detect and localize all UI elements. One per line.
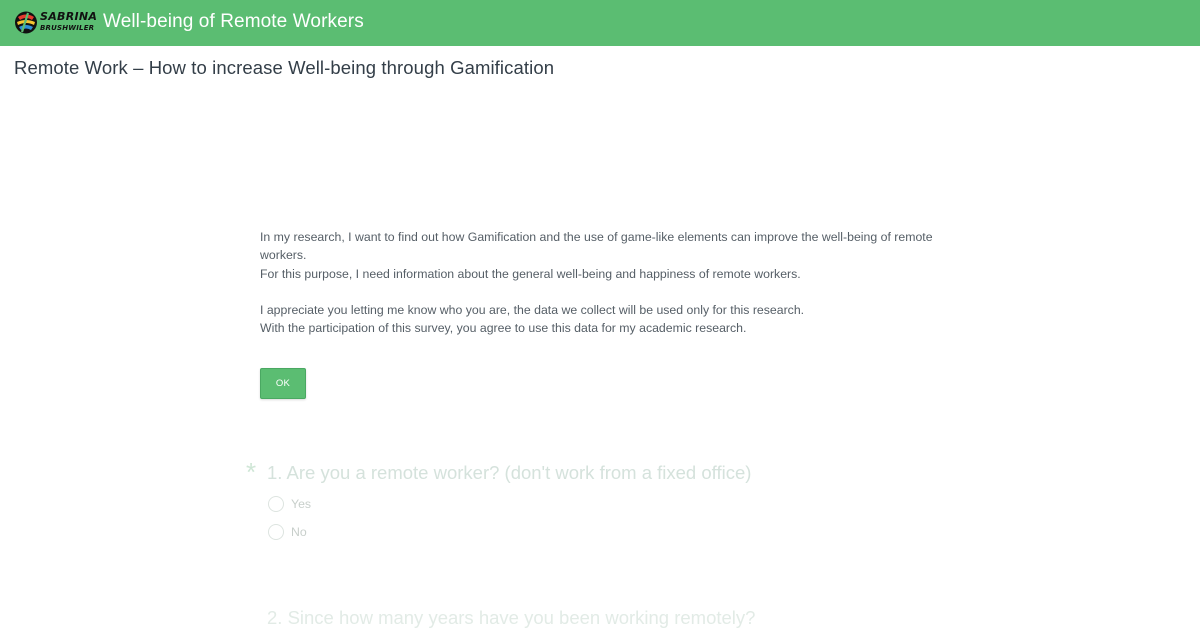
- choice-label-no: No: [291, 525, 307, 539]
- ok-button[interactable]: OK: [260, 368, 306, 399]
- header-title: Well-being of Remote Workers: [103, 11, 364, 32]
- top-header-bar: SABRINA BRUSHWILER Well-being of Remote …: [0, 0, 1200, 46]
- choice-no[interactable]: No: [268, 523, 307, 541]
- logo-line-1: SABRINA: [40, 10, 98, 23]
- intro-paragraph-1-line-1: In my research, I want to find out how G…: [260, 230, 933, 263]
- choice-label-yes: Yes: [291, 497, 312, 511]
- choice-yes[interactable]: Yes: [268, 495, 311, 513]
- logo-wordmark: SABRINA BRUSHWILER: [40, 11, 97, 34]
- survey-title: Remote Work – How to increase Well-being…: [14, 57, 555, 78]
- question-1-text: 1. Are you a remote worker? (don't work …: [267, 462, 752, 483]
- intro-text: In my research, I want to find out how G…: [260, 228, 940, 338]
- required-asterisk: *: [246, 457, 257, 487]
- logo-line-2: BRUSHWILER: [40, 24, 95, 32]
- radio-button-no[interactable]: [268, 524, 284, 540]
- radio-button-yes[interactable]: [268, 496, 284, 512]
- sabrina-brushwiler-logo-icon: SABRINA BRUSHWILER: [14, 10, 97, 35]
- intro-paragraph-2-line-1: I appreciate you letting me know who you…: [260, 303, 805, 318]
- intro-paragraph-2-line-2: With the participation of this survey, y…: [260, 321, 747, 336]
- question-2-text: 2. Since how many years have you been wo…: [267, 607, 756, 628]
- intro-paragraph-1-line-2: For this purpose, I need information abo…: [260, 266, 801, 281]
